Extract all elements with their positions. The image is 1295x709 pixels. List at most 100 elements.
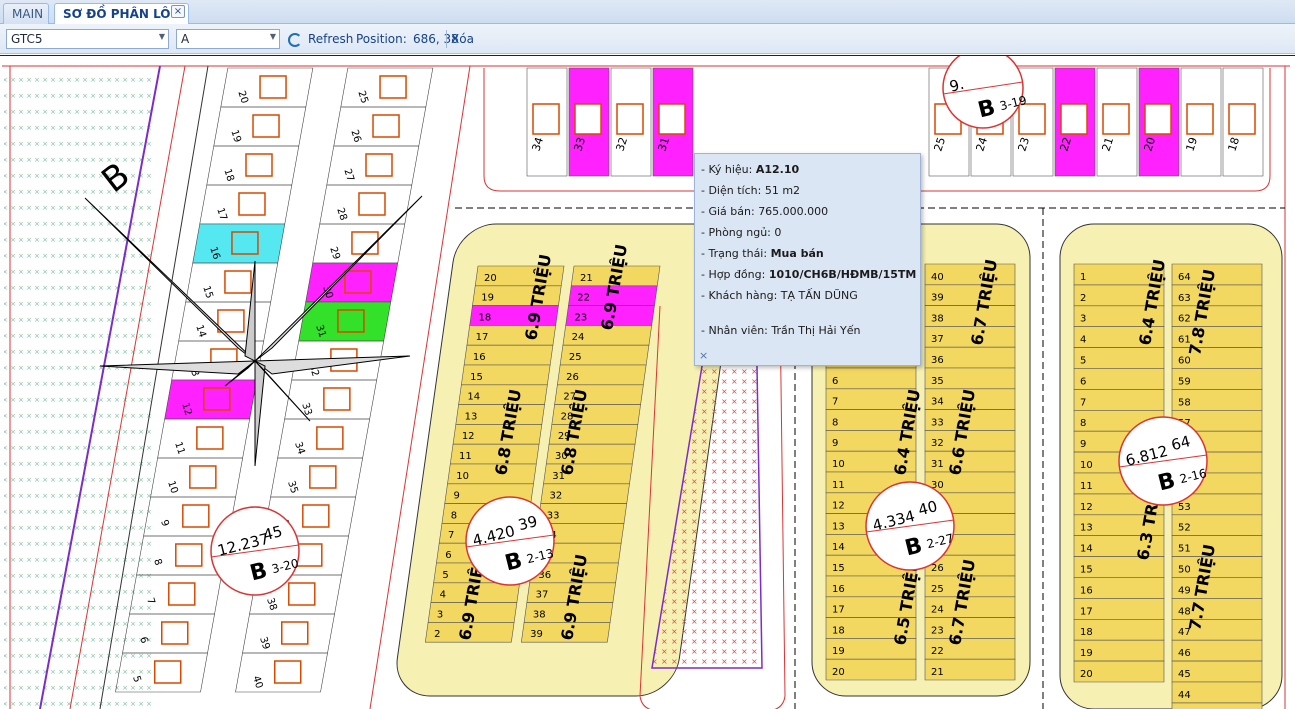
lot-label[interactable]: 50 [1178,565,1191,576]
lot-label[interactable]: 9 [454,491,460,502]
lot-label[interactable]: 44 [1178,690,1191,701]
lot-b-25[interactable] [340,67,434,108]
lot-b216_left-5[interactable] [1073,347,1165,369]
lot-b216_right-43[interactable] [1171,702,1263,709]
lot-label[interactable]: 5 [1080,356,1086,367]
lot-a-16[interactable] [192,223,286,264]
lot-label[interactable]: 21 [931,667,944,678]
lot-b-30[interactable] [305,262,399,303]
lot-label[interactable]: 14 [467,392,480,403]
lot-label[interactable]: 37 [931,334,944,345]
lot-label[interactable]: 18 [1225,136,1242,153]
lot-label[interactable]: 38 [533,609,546,620]
lot-b-31[interactable] [298,301,392,342]
lot-label[interactable]: 6 [832,376,838,387]
lot-label[interactable]: 28 [334,207,348,223]
lot-a-19[interactable] [213,106,307,147]
lot-label[interactable]: 11 [832,480,845,491]
lot-label[interactable]: 27 [341,168,355,184]
lot-label[interactable]: 25 [931,584,944,595]
lot-label[interactable]: 39 [931,293,944,304]
lot-label[interactable]: 8 [451,510,457,521]
lot-label[interactable]: 35 [931,376,944,387]
lot-label[interactable]: 37 [536,590,549,601]
lot-label[interactable]: 32 [931,438,944,449]
lot-label[interactable]: 23 [574,312,587,323]
lot-label[interactable]: 24 [931,605,944,616]
lot-label[interactable]: 15 [470,372,483,383]
lot-label[interactable]: 25 [355,90,369,106]
lot-label[interactable]: 11 [1080,481,1093,492]
lot-map-canvas[interactable]: × × × 2019181716151413121110987652526272… [0,56,1295,709]
lot-label[interactable]: 20 [235,90,249,106]
lot-label[interactable]: 58 [1178,397,1191,408]
lot-label[interactable]: 14 [832,542,845,553]
lot-label[interactable]: 11 [172,441,186,457]
lot-label[interactable]: 17 [832,605,845,616]
lot-label[interactable]: 14 [193,324,207,340]
lot-label[interactable]: 1 [1080,272,1086,283]
lot-b-34[interactable] [277,418,371,459]
lot-label[interactable]: 52 [1178,523,1191,534]
lot-a-11[interactable] [157,418,251,459]
lot-b-33[interactable] [284,379,378,420]
lot-label[interactable]: 16 [1080,585,1093,596]
project-select[interactable]: GTC5 ▼ [6,29,169,49]
lot-label[interactable]: 16 [473,352,486,363]
lot-label[interactable]: 3 [1080,314,1086,325]
lot-label[interactable]: 17 [476,332,489,343]
lot-label[interactable]: 26 [348,129,362,145]
lot-label[interactable]: 13 [465,411,478,422]
lot-a-12[interactable] [164,379,258,420]
lot-label[interactable]: 32 [613,136,630,153]
lot-label[interactable]: 63 [1178,293,1191,304]
lot-label[interactable]: 51 [1178,544,1191,555]
lot-label[interactable]: 22 [931,646,944,657]
lot-label[interactable]: 4 [1080,335,1086,346]
lot-label[interactable]: 2 [1080,293,1086,304]
lot-label[interactable]: 3 [437,609,443,620]
lot-label[interactable]: 4 [440,590,446,601]
lot-label[interactable]: 22 [577,293,590,304]
lot-label[interactable]: 19 [1080,648,1093,659]
lot-label[interactable]: 19 [228,129,242,145]
tab-main[interactable]: MAIN [3,3,49,24]
lot-label[interactable]: 24 [572,332,585,343]
lot-label[interactable]: 5 [442,570,448,581]
lot-label[interactable]: 12 [462,431,475,442]
lot-b216_left-6[interactable] [1073,368,1165,390]
lot-label[interactable]: 19 [832,646,845,657]
lot-label[interactable]: 11 [459,451,472,462]
lot-label[interactable]: 38 [264,597,278,613]
lot-label[interactable]: 9 [832,438,838,449]
clear-button[interactable]: Xóa [451,32,474,46]
lot-label[interactable]: 13 [1080,523,1093,534]
lot-label[interactable]: 25 [569,352,582,363]
lot-map[interactable]: × × × 2019181716151413121110987652526272… [0,55,1295,709]
lot-label[interactable]: 15 [1080,565,1093,576]
lot-label[interactable]: 14 [1080,544,1093,555]
lot-label[interactable]: 26 [566,372,579,383]
lot-label[interactable]: 23 [1015,136,1032,153]
lot-label[interactable]: 38 [931,313,944,324]
lot-label[interactable]: 36 [931,355,944,366]
lot-b-29[interactable] [312,223,406,264]
lot-label[interactable]: 29 [327,246,341,262]
lot-label[interactable]: 45 [1178,669,1191,680]
lot-label[interactable]: 15 [832,563,845,574]
lot-label[interactable]: 40 [931,272,944,283]
lot-a-10[interactable] [150,457,243,498]
lot-label[interactable]: 18 [1080,627,1093,638]
lot-label[interactable]: 34 [931,397,944,408]
lot-label[interactable]: 8 [1080,418,1086,429]
lot-label[interactable]: 7 [1080,397,1086,408]
lot-label[interactable]: 7 [832,397,838,408]
lot-label[interactable]: 34 [529,136,546,153]
lot-label[interactable]: 64 [1178,272,1191,283]
lot-label[interactable]: 39 [257,636,271,652]
lot-label[interactable]: 13 [832,521,845,532]
lot-b-35[interactable] [270,457,363,498]
lot-label[interactable]: 21 [1099,136,1116,153]
lot-label[interactable]: 8 [832,417,838,428]
lot-a-17[interactable] [199,184,293,225]
